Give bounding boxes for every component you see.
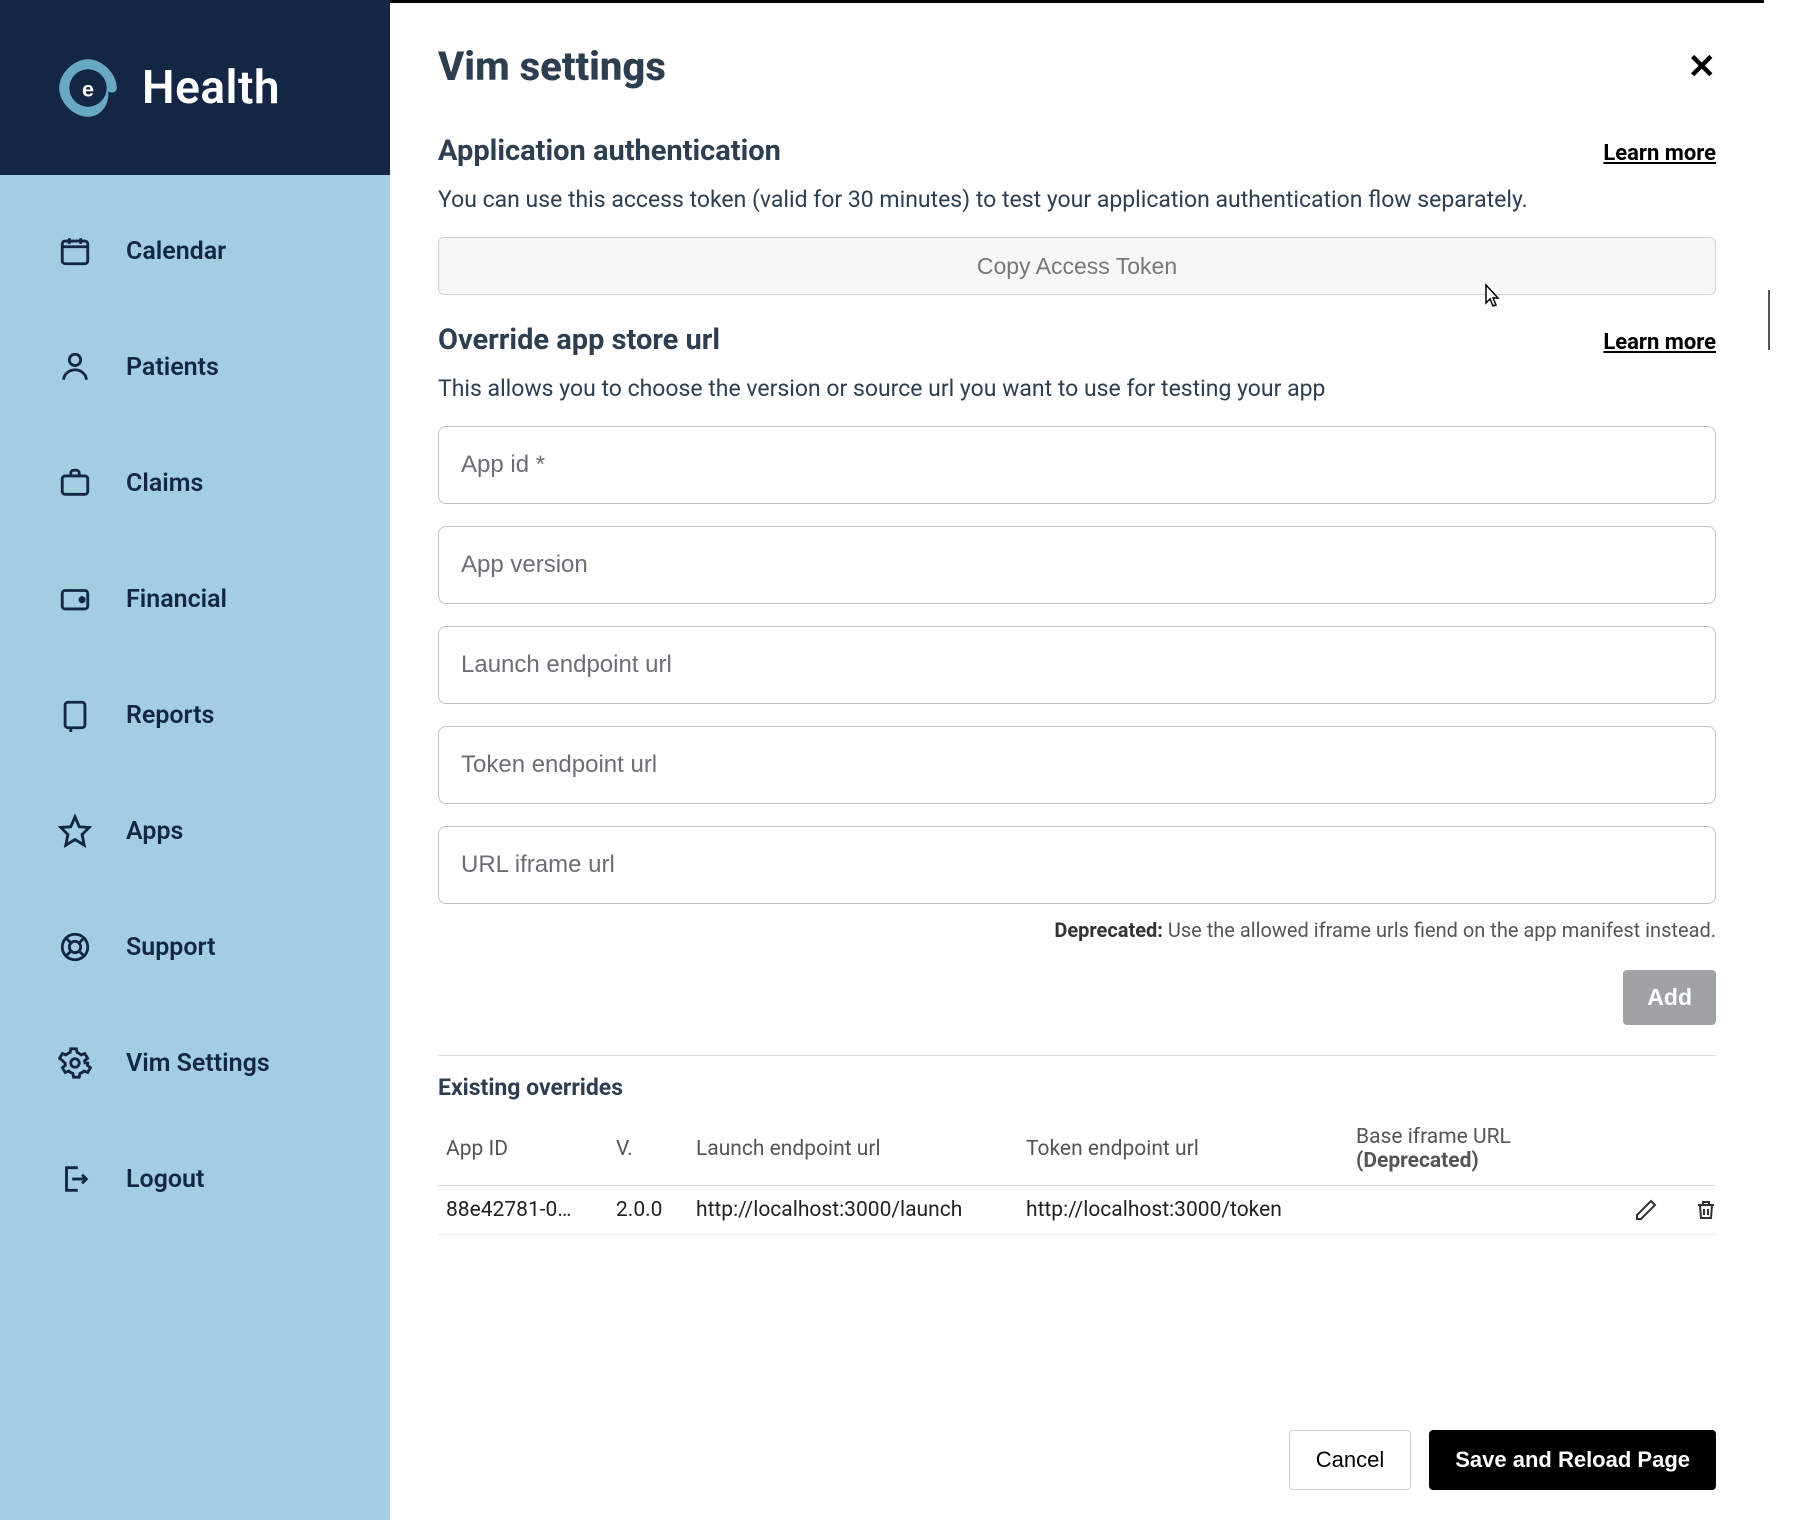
sidebar-nav: Calendar Patients Claims Financial Repor… (0, 175, 390, 1237)
col-app-id: App ID (446, 1137, 616, 1161)
sidebar-item-calendar[interactable]: Calendar (0, 193, 390, 309)
right-edge-strip (1764, 0, 1798, 1520)
sidebar-item-label: Vim Settings (126, 1049, 270, 1078)
lifebuoy-icon (56, 928, 94, 966)
col-launch: Launch endpoint url (696, 1137, 1026, 1161)
sidebar-item-support[interactable]: Support (0, 889, 390, 1005)
sidebar-item-label: Support (126, 933, 216, 962)
save-reload-button[interactable]: Save and Reload Page (1429, 1430, 1716, 1490)
deprecated-note: Deprecated: Use the allowed iframe urls … (438, 918, 1716, 942)
learn-more-override-link[interactable]: Learn more (1603, 330, 1716, 355)
sidebar-item-claims[interactable]: Claims (0, 425, 390, 541)
iframe-url-input[interactable] (438, 826, 1716, 904)
sidebar-item-label: Patients (126, 353, 219, 382)
overrides-heading: Existing overrides (438, 1074, 1716, 1101)
app-version-input[interactable] (438, 526, 1716, 604)
cell-version: 2.0.0 (616, 1198, 696, 1222)
sidebar-item-label: Claims (126, 469, 203, 498)
override-heading: Override app store url (438, 323, 720, 357)
sidebar-header: e Health (0, 0, 390, 175)
col-iframe: Base iframe URL (Deprecated) (1356, 1125, 1616, 1173)
sidebar-item-label: Logout (126, 1165, 204, 1194)
star-icon (56, 812, 94, 850)
cell-app-id: 88e42781-0… (446, 1198, 616, 1222)
sidebar-item-label: Calendar (126, 237, 226, 266)
edit-icon[interactable] (1616, 1198, 1676, 1222)
learn-more-auth-link[interactable]: Learn more (1603, 141, 1716, 166)
footer-actions: Cancel Save and Reload Page (1289, 1430, 1716, 1490)
col-token: Token endpoint url (1026, 1137, 1356, 1161)
sidebar-item-vim-settings[interactable]: Vim Settings (0, 1005, 390, 1121)
col-version: V. (616, 1137, 696, 1161)
sidebar-item-apps[interactable]: Apps (0, 773, 390, 889)
logout-icon (56, 1160, 94, 1198)
main-panel: Vim settings ✕ Application authenticatio… (390, 0, 1764, 1520)
sidebar-item-reports[interactable]: Reports (0, 657, 390, 773)
page-title: Vim settings (438, 43, 666, 90)
launch-endpoint-input[interactable] (438, 626, 1716, 704)
cancel-button[interactable]: Cancel (1289, 1430, 1411, 1490)
sidebar: e Health Calendar Patients Claims (0, 0, 390, 1520)
briefcase-icon (56, 464, 94, 502)
cell-token: http://localhost:3000/token (1026, 1198, 1356, 1222)
table-header: App ID V. Launch endpoint url Token endp… (438, 1113, 1716, 1186)
brand-name: Health (142, 61, 280, 115)
sidebar-item-label: Financial (126, 585, 227, 614)
sidebar-item-patients[interactable]: Patients (0, 309, 390, 425)
cell-launch: http://localhost:3000/launch (696, 1198, 1026, 1222)
gear-icon (56, 1044, 94, 1082)
sidebar-item-logout[interactable]: Logout (0, 1121, 390, 1237)
report-icon (56, 696, 94, 734)
auth-description: You can use this access token (valid for… (438, 186, 1716, 213)
logo-mark: e (52, 52, 124, 124)
patient-icon (56, 348, 94, 386)
deprecated-text: Use the allowed iframe urls fiend on the… (1168, 918, 1716, 942)
calendar-icon (56, 232, 94, 270)
delete-icon[interactable] (1676, 1198, 1736, 1222)
copy-access-token-button[interactable]: Copy Access Token (438, 237, 1716, 295)
auth-heading: Application authentication (438, 134, 781, 168)
app-id-input[interactable] (438, 426, 1716, 504)
add-button[interactable]: Add (1623, 970, 1716, 1025)
overrides-table: App ID V. Launch endpoint url Token endp… (438, 1113, 1716, 1235)
sidebar-item-label: Reports (126, 701, 214, 730)
sidebar-item-financial[interactable]: Financial (0, 541, 390, 657)
divider (438, 1055, 1716, 1056)
close-icon[interactable]: ✕ (1688, 47, 1717, 87)
sidebar-item-label: Apps (126, 817, 183, 846)
table-row: 88e42781-0… 2.0.0 http://localhost:3000/… (438, 1186, 1716, 1235)
wallet-icon (56, 580, 94, 618)
token-endpoint-input[interactable] (438, 726, 1716, 804)
override-description: This allows you to choose the version or… (438, 375, 1716, 402)
svg-text:e: e (82, 76, 94, 101)
deprecated-label: Deprecated: (1054, 918, 1163, 942)
